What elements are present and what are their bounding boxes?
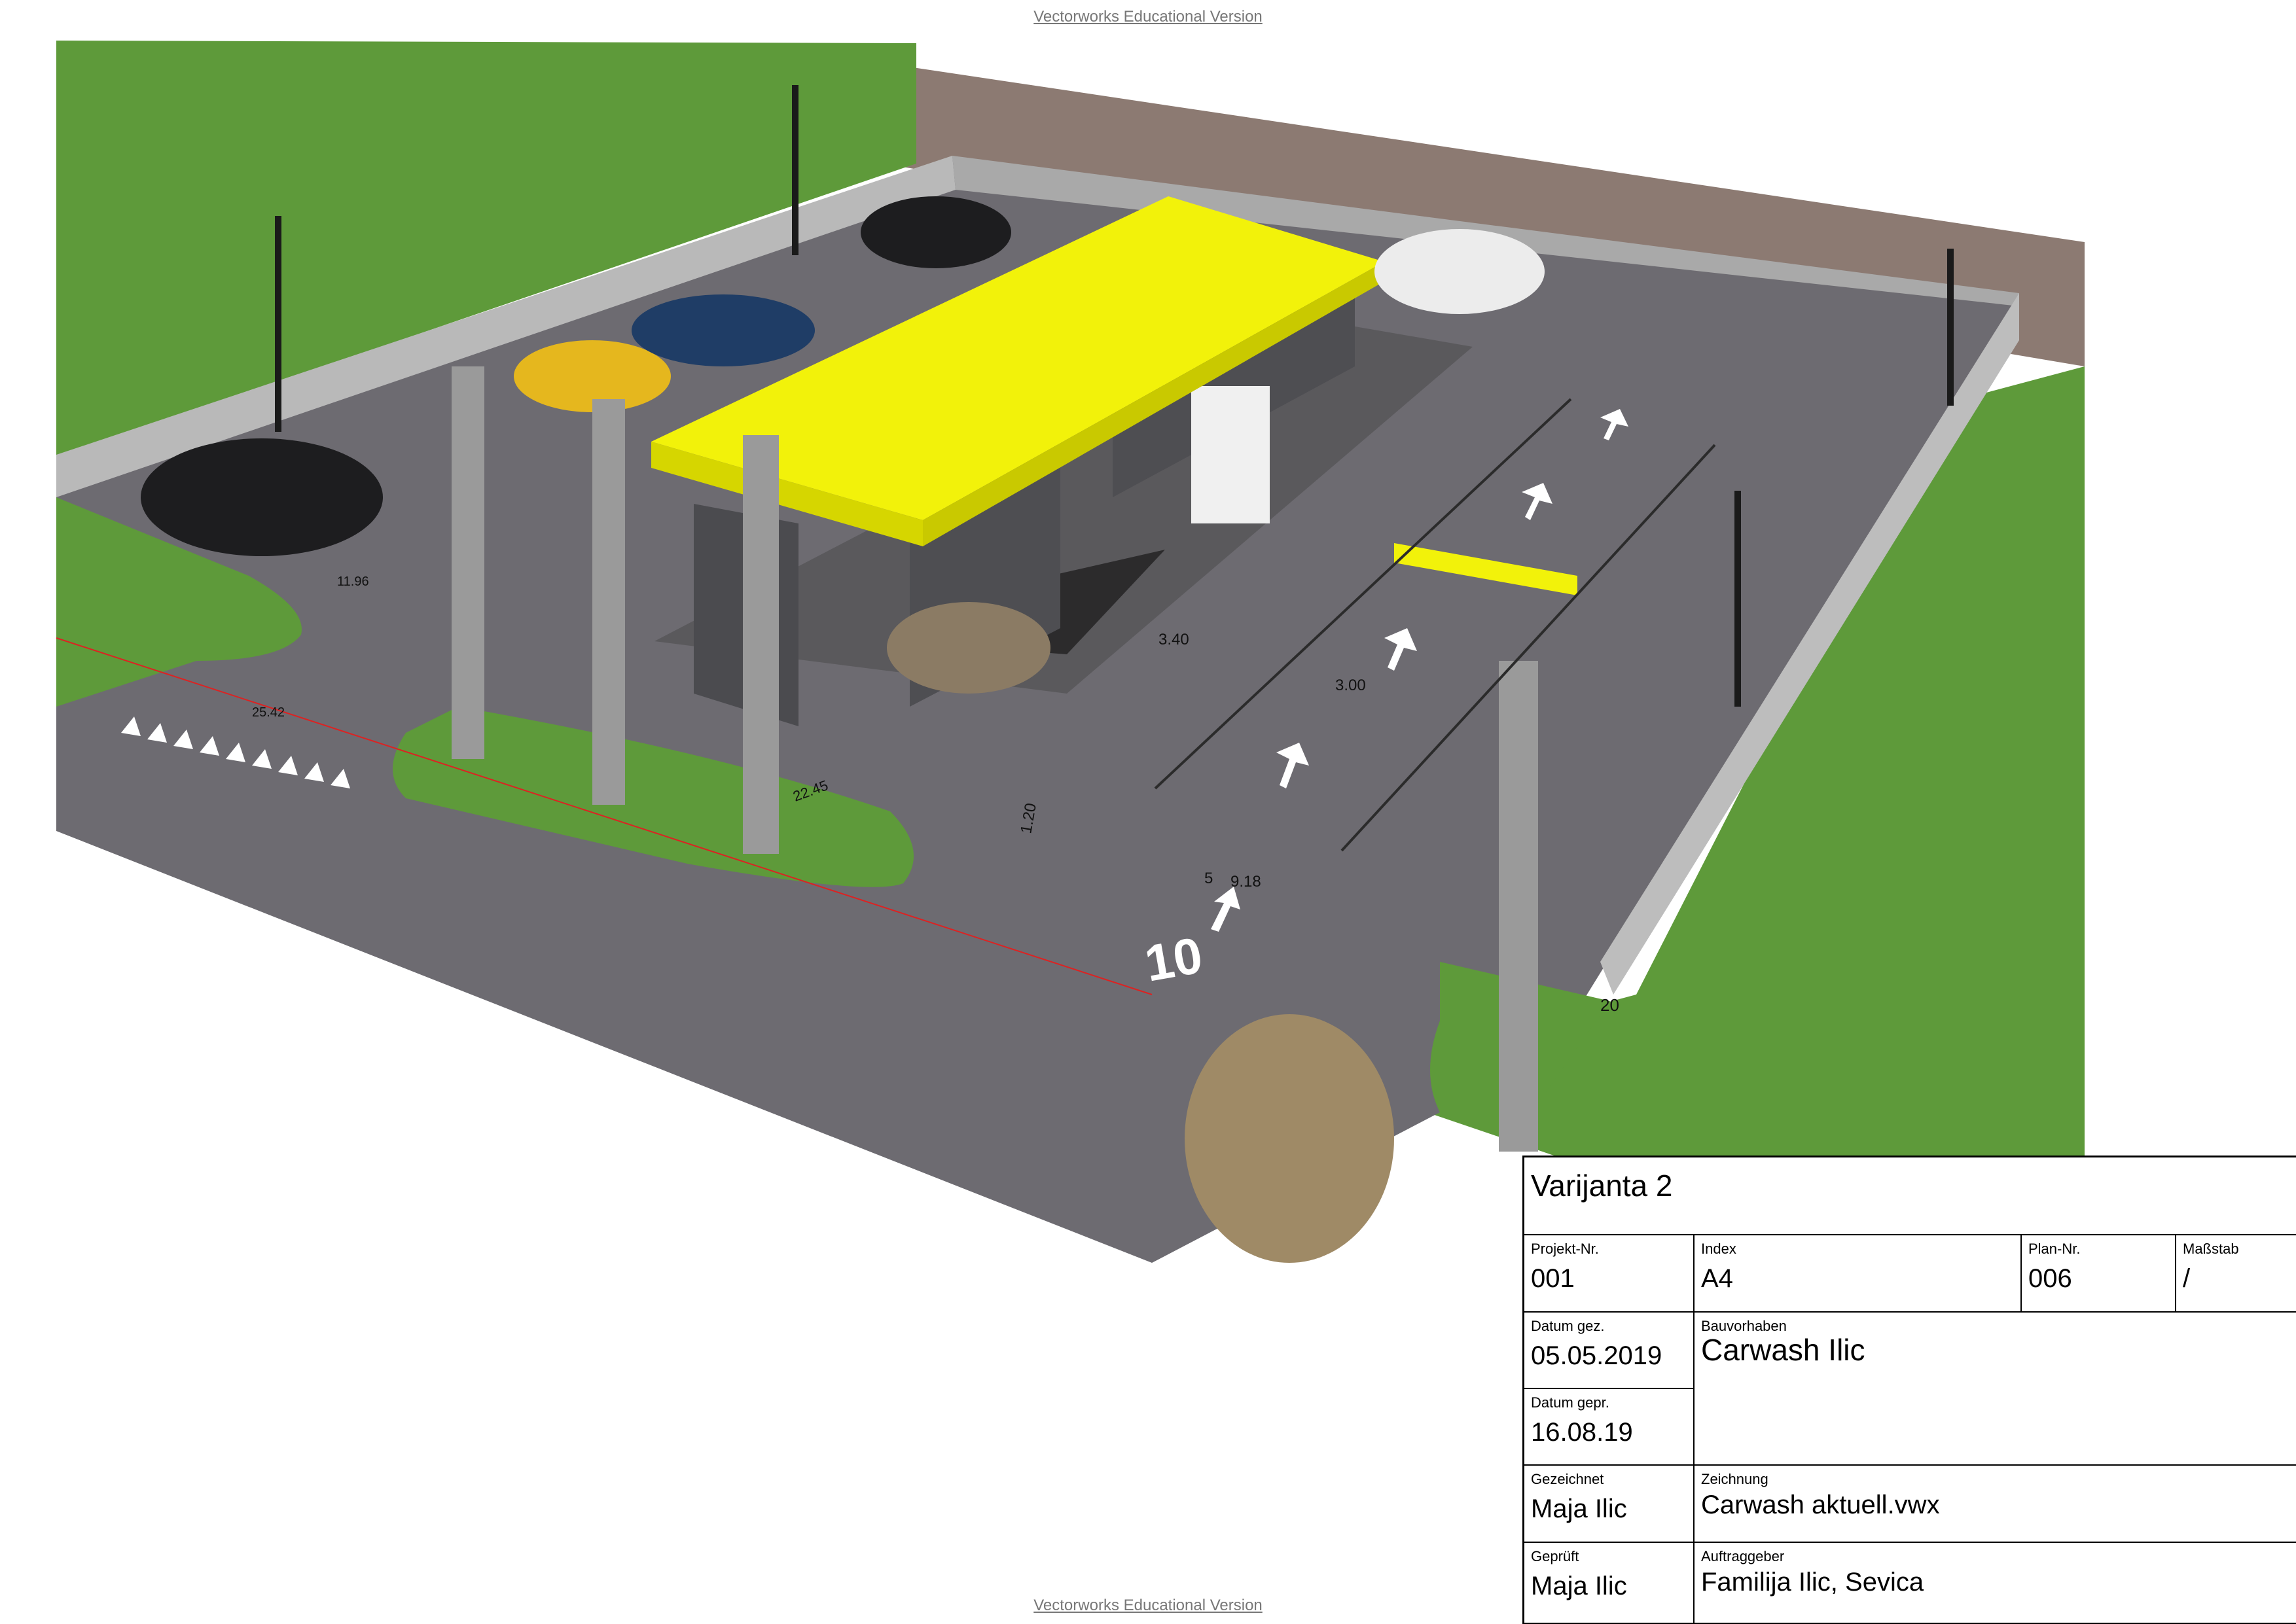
drawing-title: Varijanta 2 [1531, 1169, 1673, 1203]
massstab-value: / [2183, 1264, 2191, 1293]
tb-datum-gepr: Datum gepr. 16.08.19 [1524, 1389, 1695, 1466]
tb-gezeichnet: Gezeichnet Maja Ilic [1524, 1466, 1695, 1543]
tb-projekt-nr: Projekt-Nr. 001 [1524, 1235, 1695, 1313]
tb-index: Index A4 [1695, 1235, 2022, 1313]
zeichnung-value: Carwash aktuell.vwx [1701, 1491, 1940, 1519]
service-box [1191, 386, 1270, 523]
zeichnung-label: Zeichnung [1701, 1471, 1768, 1487]
car-in-bay [887, 602, 1050, 694]
pillar-1 [452, 366, 484, 759]
car-blue [632, 294, 815, 366]
datum-gepr-value: 16.08.19 [1531, 1418, 1633, 1447]
dimension-1196: 11.96 [337, 574, 369, 589]
tb-title-cell: Varijanta 2 [1524, 1157, 2296, 1235]
lamp-post-2 [275, 216, 281, 432]
tb-datum-gez: Datum gez. 05.05.2019 [1524, 1313, 1695, 1389]
lamp-post-3 [1947, 249, 1954, 406]
dimension-340: 3.40 [1158, 631, 1189, 648]
plan-nr-label: Plan-Nr. [2028, 1241, 2081, 1257]
lamp-post-1 [792, 85, 798, 255]
tb-zeichnung: Zeichnung Carwash aktuell.vwx [1695, 1466, 2296, 1543]
dimension-2542: 25.42 [252, 705, 285, 720]
tb-plan-nr: Plan-Nr. 006 [2022, 1235, 2176, 1313]
gezeichnet-value: Maja Ilic [1531, 1494, 1627, 1523]
pillar-2 [592, 399, 625, 805]
gezeichnet-label: Gezeichnet [1531, 1471, 1604, 1487]
car-entrance [1185, 1014, 1394, 1263]
lamp-post-4 [1734, 491, 1741, 707]
plan-nr-value: 006 [2028, 1264, 2072, 1293]
bauvorhaben-value: Carwash Ilic [1701, 1333, 1865, 1367]
tb-geprueft: Geprüft Maja Ilic [1524, 1543, 1695, 1624]
road-number-10: 10 [1141, 926, 1207, 993]
index-label: Index [1701, 1241, 1736, 1257]
projekt-nr-value: 001 [1531, 1264, 1575, 1293]
geprueft-label: Geprüft [1531, 1548, 1579, 1564]
massstab-label: Maßstab [2183, 1241, 2239, 1257]
datum-gepr-label: Datum gepr. [1531, 1394, 1609, 1411]
dimension-300: 3.00 [1335, 677, 1366, 694]
dimension-20: 20 [1600, 995, 1619, 1015]
title-block: Varijanta 2 Projekt-Nr. 001 Index A4 Pla… [1522, 1156, 2296, 1624]
dimension-918: 9.18 [1230, 873, 1261, 891]
dimension-5: 5 [1204, 870, 1213, 887]
van-white [1374, 229, 1545, 314]
tb-bauvorhaben: Bauvorhaben Carwash Ilic [1695, 1313, 2296, 1466]
projekt-nr-label: Projekt-Nr. [1531, 1241, 1599, 1257]
geprueft-value: Maja Ilic [1531, 1572, 1627, 1600]
auftraggeber-label: Auftraggeber [1701, 1548, 1785, 1564]
index-value: A4 [1701, 1264, 1733, 1293]
car-black-left [141, 438, 383, 556]
pillar-3 [743, 435, 779, 854]
pillar-4 [1499, 661, 1538, 1152]
datum-gez-label: Datum gez. [1531, 1318, 1605, 1334]
tb-massstab: Maßstab / [2176, 1235, 2296, 1313]
car-black-top [861, 196, 1011, 268]
tb-auftraggeber: Auftraggeber Familija Ilic, Sevica [1695, 1543, 2296, 1624]
auftraggeber-value: Familija Ilic, Sevica [1701, 1568, 1924, 1597]
datum-gez-value: 05.05.2019 [1531, 1341, 1662, 1370]
